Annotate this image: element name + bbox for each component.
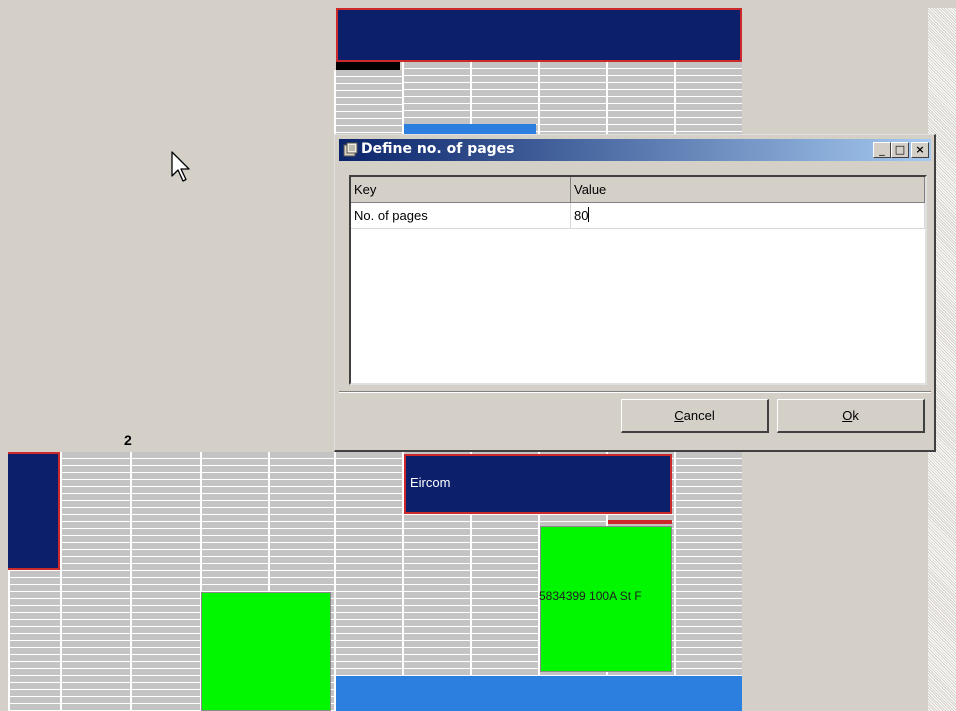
maximize-button[interactable]: □ (891, 142, 909, 158)
black-bar (336, 62, 400, 70)
ad-block-green-middle[interactable]: 5834399 100A St F (539, 526, 672, 672)
cancel-label: ancel (683, 408, 715, 423)
button-bar-divider (339, 391, 931, 393)
ad-block-text: 5834399 100A St F (539, 589, 642, 603)
application-icon (343, 142, 358, 157)
page-column (674, 452, 742, 677)
minimize-button[interactable]: _ (873, 142, 891, 158)
table-cell-value-input[interactable]: 80 (571, 203, 925, 229)
ad-block-navy-top[interactable] (336, 8, 742, 62)
ad-block-text: Eircom (410, 475, 451, 490)
page-column (60, 452, 130, 711)
ad-block-navy-left[interactable] (8, 452, 60, 570)
define-pages-dialog[interactable]: Define no. of pages _ □ × Key Value No. … (334, 134, 936, 452)
properties-table[interactable]: Key Value No. of pages 80 (349, 175, 927, 385)
ok-mnemonic: O (842, 408, 853, 423)
ad-block-blue-bottom[interactable] (336, 676, 742, 711)
mouse-pointer-icon (171, 151, 190, 182)
column-header-value[interactable]: Value (571, 177, 925, 203)
dialog-title: Define no. of pages (361, 141, 515, 157)
ok-label: k (852, 408, 859, 423)
column-header-key[interactable]: Key (351, 177, 571, 203)
page-column (130, 452, 200, 711)
ok-button[interactable]: Ok (777, 399, 925, 433)
cancel-mnemonic: C (674, 408, 684, 423)
close-button[interactable]: × (911, 142, 929, 158)
page-number-label: 2 (124, 432, 132, 448)
lower-left-page-thumbnail[interactable] (8, 452, 334, 711)
ad-block-eircom[interactable]: Eircom (404, 454, 672, 514)
page-column (334, 452, 402, 711)
text-cursor (588, 207, 590, 222)
table-cell-key[interactable]: No. of pages (351, 203, 571, 229)
title-bar[interactable]: Define no. of pages _ □ × (339, 139, 931, 161)
ad-block-green-bottom[interactable] (201, 592, 331, 711)
lower-right-page-thumbnail[interactable]: Eircom 5834399 100A St F (334, 452, 742, 711)
cell-value-text: 80 (574, 208, 589, 223)
red-bar (608, 520, 672, 524)
cancel-button[interactable]: Cancel (621, 399, 769, 433)
